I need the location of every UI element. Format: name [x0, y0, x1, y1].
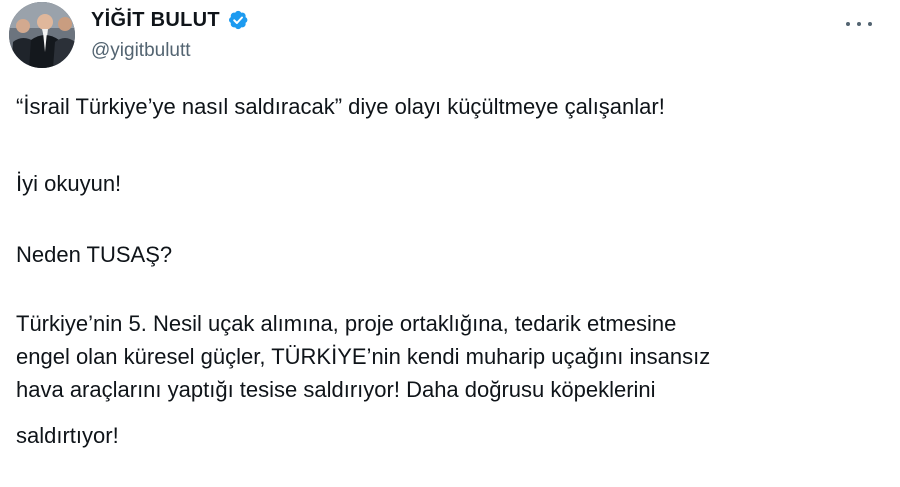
tweet-text-line: saldırtıyor!: [16, 423, 119, 448]
avatar[interactable]: [9, 2, 75, 68]
author-row: YİĞİT BULUT: [91, 6, 249, 34]
tweet-text-line: hava araçlarını yaptığı tesise saldırıyo…: [16, 377, 656, 402]
author-handle[interactable]: @yigitbulutt: [91, 40, 191, 62]
tweet-text-line: İyi okuyun!: [16, 171, 122, 196]
display-name[interactable]: YİĞİT BULUT: [91, 9, 220, 32]
more-dot: [846, 22, 850, 26]
more-options-icon[interactable]: [846, 14, 872, 34]
tweet-text-line: “İsrail Türkiye’ye nasıl saldıracak” diy…: [16, 94, 665, 119]
more-dot: [857, 22, 861, 26]
more-dot: [868, 22, 872, 26]
avatar-photo: [9, 2, 75, 68]
verified-badge-icon: [228, 10, 248, 30]
tweet-text-line: engel olan küresel güçler, TÜRKİYE’nin k…: [16, 344, 711, 369]
tweet-text-line: Neden TUSAŞ?: [16, 242, 173, 267]
tweet-text-line: Türkiye’nin 5. Nesil uçak alımına, proje…: [16, 311, 677, 336]
tweet-card: YİĞİT BULUT @yigitbulutt “İsrail Türkiye…: [0, 0, 900, 487]
